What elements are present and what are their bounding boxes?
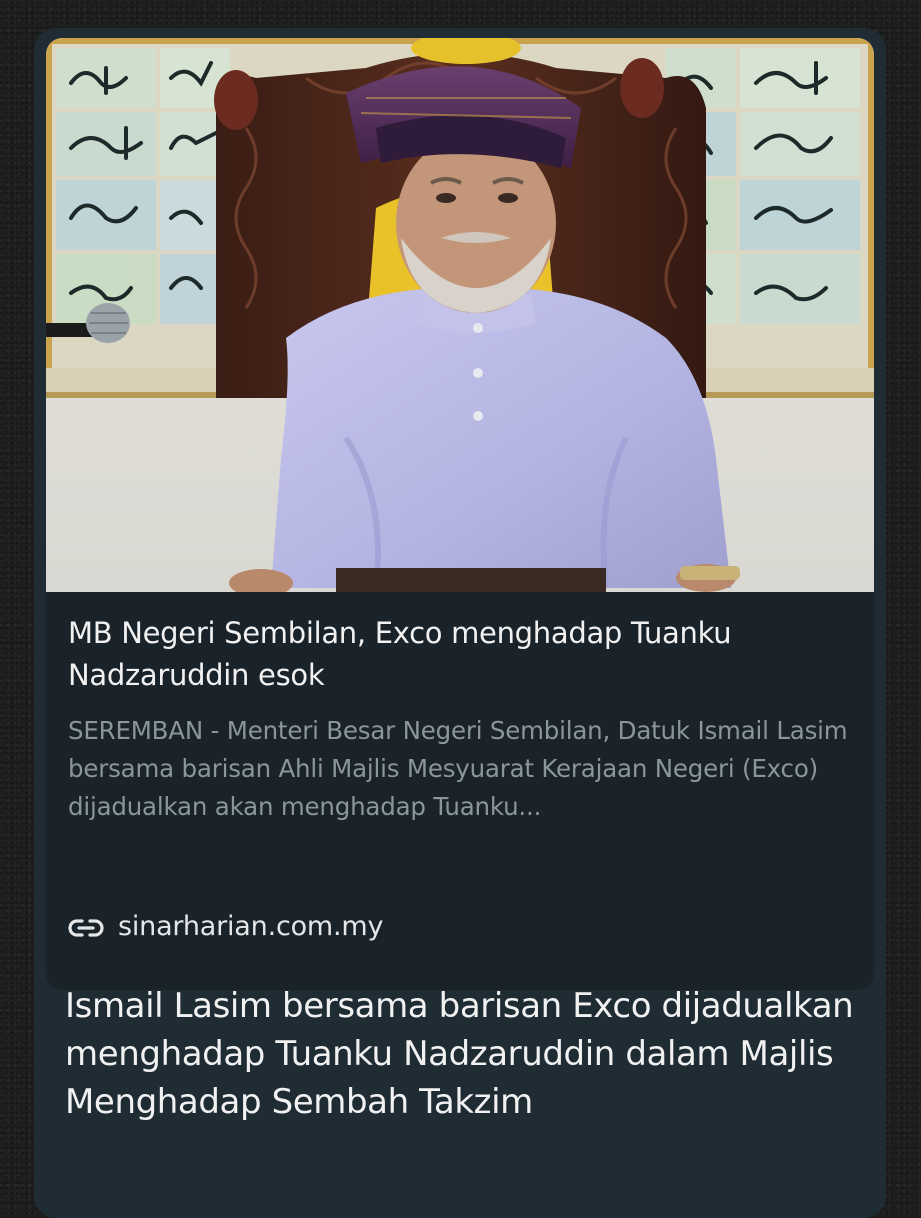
link-preview-title[interactable]: MB Negeri Sembilan, Exco menghadap Tuank… — [68, 612, 858, 696]
link-preview-description: SEREMBAN - Menteri Besar Negeri Sembilan… — [68, 716, 848, 821]
message-text: Ismail Lasim bersama barisan Exco dijadu… — [65, 986, 854, 1122]
message-bubble: MB Negeri Sembilan, Exco menghadap Tuank… — [34, 28, 886, 1218]
link-preview-domain-text: sinarharian.com.my — [118, 910, 384, 942]
link-preview-card[interactable]: MB Negeri Sembilan, Exco menghadap Tuank… — [46, 38, 874, 990]
preview-photo — [46, 38, 874, 592]
link-icon — [68, 915, 104, 937]
link-preview-domain[interactable]: sinarharian.com.my — [68, 906, 383, 946]
preview-image[interactable] — [46, 38, 874, 592]
